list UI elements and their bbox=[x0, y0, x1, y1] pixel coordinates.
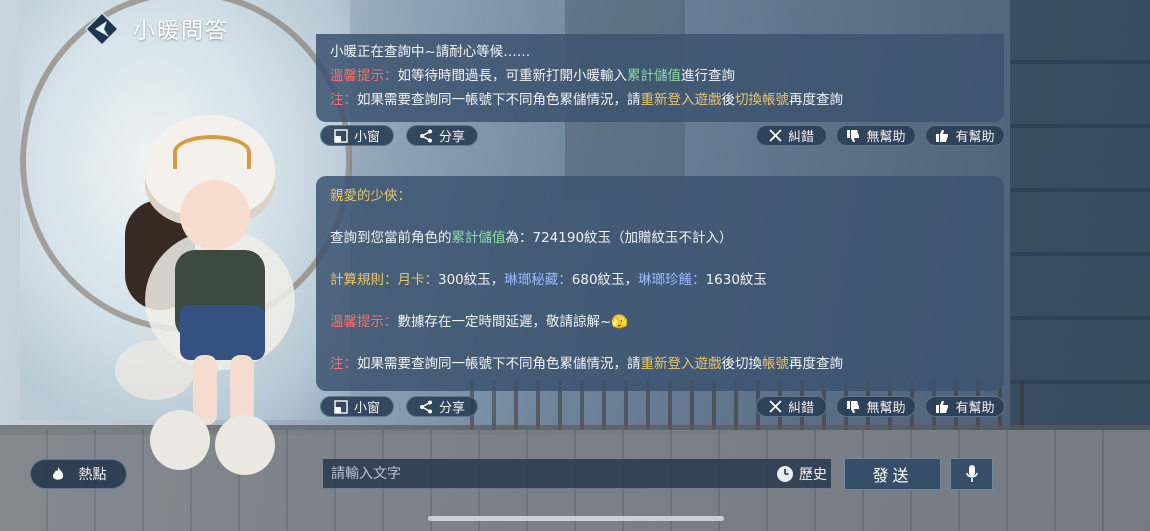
thumbs-up-icon bbox=[936, 400, 949, 413]
thumbs-down-icon bbox=[847, 129, 860, 142]
question-input[interactable] bbox=[323, 458, 776, 489]
diamond-logo-icon bbox=[84, 11, 120, 47]
home-indicator-bar[interactable] bbox=[428, 516, 724, 521]
keyword-link[interactable]: 累計儲值 bbox=[627, 68, 681, 84]
switch-account-link[interactable]: 帳號 bbox=[762, 356, 789, 372]
status-text: 小暖正在查詢中~請耐心等候…… bbox=[330, 44, 531, 60]
peeking-face-emoji-icon: 🫣 bbox=[611, 314, 629, 330]
share-button[interactable]: 分享 bbox=[406, 396, 478, 417]
answer-card-2: 親愛的少俠： 查詢到您當前角色的累計儲值為：724190紋玉（加贈紋玉不計入） … bbox=[316, 176, 1004, 391]
rule-label: 計算規則： bbox=[330, 272, 398, 288]
mini-window-icon bbox=[334, 399, 348, 414]
switch-account-link[interactable]: 切換帳號 bbox=[735, 92, 789, 108]
unhelpful-button[interactable]: 無幫助 bbox=[836, 125, 916, 146]
query-result-value: 為：724190紋玉（加贈紋玉不計入） bbox=[505, 230, 733, 246]
thumbs-up-icon bbox=[936, 129, 949, 142]
thumbs-down-icon bbox=[847, 400, 860, 413]
tip-line: 溫馨提示：如等待時間過長，可重新打開小暖輸入累計儲值進行查詢 bbox=[330, 68, 735, 84]
keyword-link[interactable]: 累計儲值 bbox=[452, 230, 506, 246]
tip-label: 溫馨提示： bbox=[330, 314, 398, 330]
history-button[interactable]: 歷史 bbox=[776, 464, 827, 484]
tip-line: 溫馨提示：數據存在一定時間延遲，敬請諒解~🫣 bbox=[330, 314, 629, 330]
flame-icon bbox=[52, 467, 63, 480]
note-label: 注： bbox=[330, 92, 357, 108]
share-icon bbox=[419, 129, 432, 142]
correct-error-button[interactable]: 糾錯 bbox=[756, 125, 827, 146]
send-button[interactable]: 發送 bbox=[844, 458, 941, 490]
share-button[interactable]: 分享 bbox=[406, 125, 478, 146]
page-title: 小暖問答 bbox=[133, 19, 230, 44]
helpful-button[interactable]: 有幫助 bbox=[925, 125, 1005, 146]
query-result-line: 查詢到您當前角色的累計儲值為：724190紋玉（加贈紋玉不計入） bbox=[330, 230, 733, 246]
mini-window-button[interactable]: 小窗 bbox=[320, 396, 394, 417]
rule-line: 計算規則：月卡：300紋玉，琳瑯秘藏：680紋玉，琳瑯珍饈：1630紋玉 bbox=[330, 272, 767, 288]
relogin-link[interactable]: 重新登入遊戲 bbox=[641, 92, 722, 108]
note-label: 注： bbox=[330, 356, 357, 372]
relogin-link[interactable]: 重新登入遊戲 bbox=[641, 356, 722, 372]
hot-topics-button[interactable]: 熱點 bbox=[30, 459, 127, 489]
note-line: 注：如果需要查詢同一帳號下不同角色累儲情況，請重新登入遊戲後切換帳號再度查詢 bbox=[330, 356, 843, 372]
answer-card-1: 小暖正在查詢中~請耐心等候…… 溫馨提示：如等待時間過長，可重新打開小暖輸入累計… bbox=[316, 34, 1004, 122]
voice-input-button[interactable] bbox=[950, 458, 993, 490]
note-line: 注：如果需要查詢同一帳號下不同角色累儲情況，請重新登入遊戲後切換帳號再度查詢 bbox=[330, 92, 843, 108]
mini-window-button[interactable]: 小窗 bbox=[320, 125, 394, 146]
unhelpful-button[interactable]: 無幫助 bbox=[836, 396, 916, 417]
clock-icon bbox=[777, 465, 793, 482]
tip-label: 溫馨提示： bbox=[330, 68, 398, 84]
assistant-character-illustration bbox=[105, 110, 305, 490]
correct-error-button[interactable]: 糾錯 bbox=[756, 396, 827, 417]
question-input-bar: 歷史 bbox=[323, 458, 831, 489]
close-x-icon bbox=[769, 129, 782, 142]
share-icon bbox=[419, 400, 432, 413]
mini-window-icon bbox=[334, 128, 348, 143]
close-x-icon bbox=[769, 400, 782, 413]
helpful-button[interactable]: 有幫助 bbox=[925, 396, 1005, 417]
greeting-text: 親愛的少俠： bbox=[330, 188, 411, 204]
microphone-icon bbox=[965, 465, 978, 482]
background-bookshelf bbox=[1010, 0, 1150, 430]
